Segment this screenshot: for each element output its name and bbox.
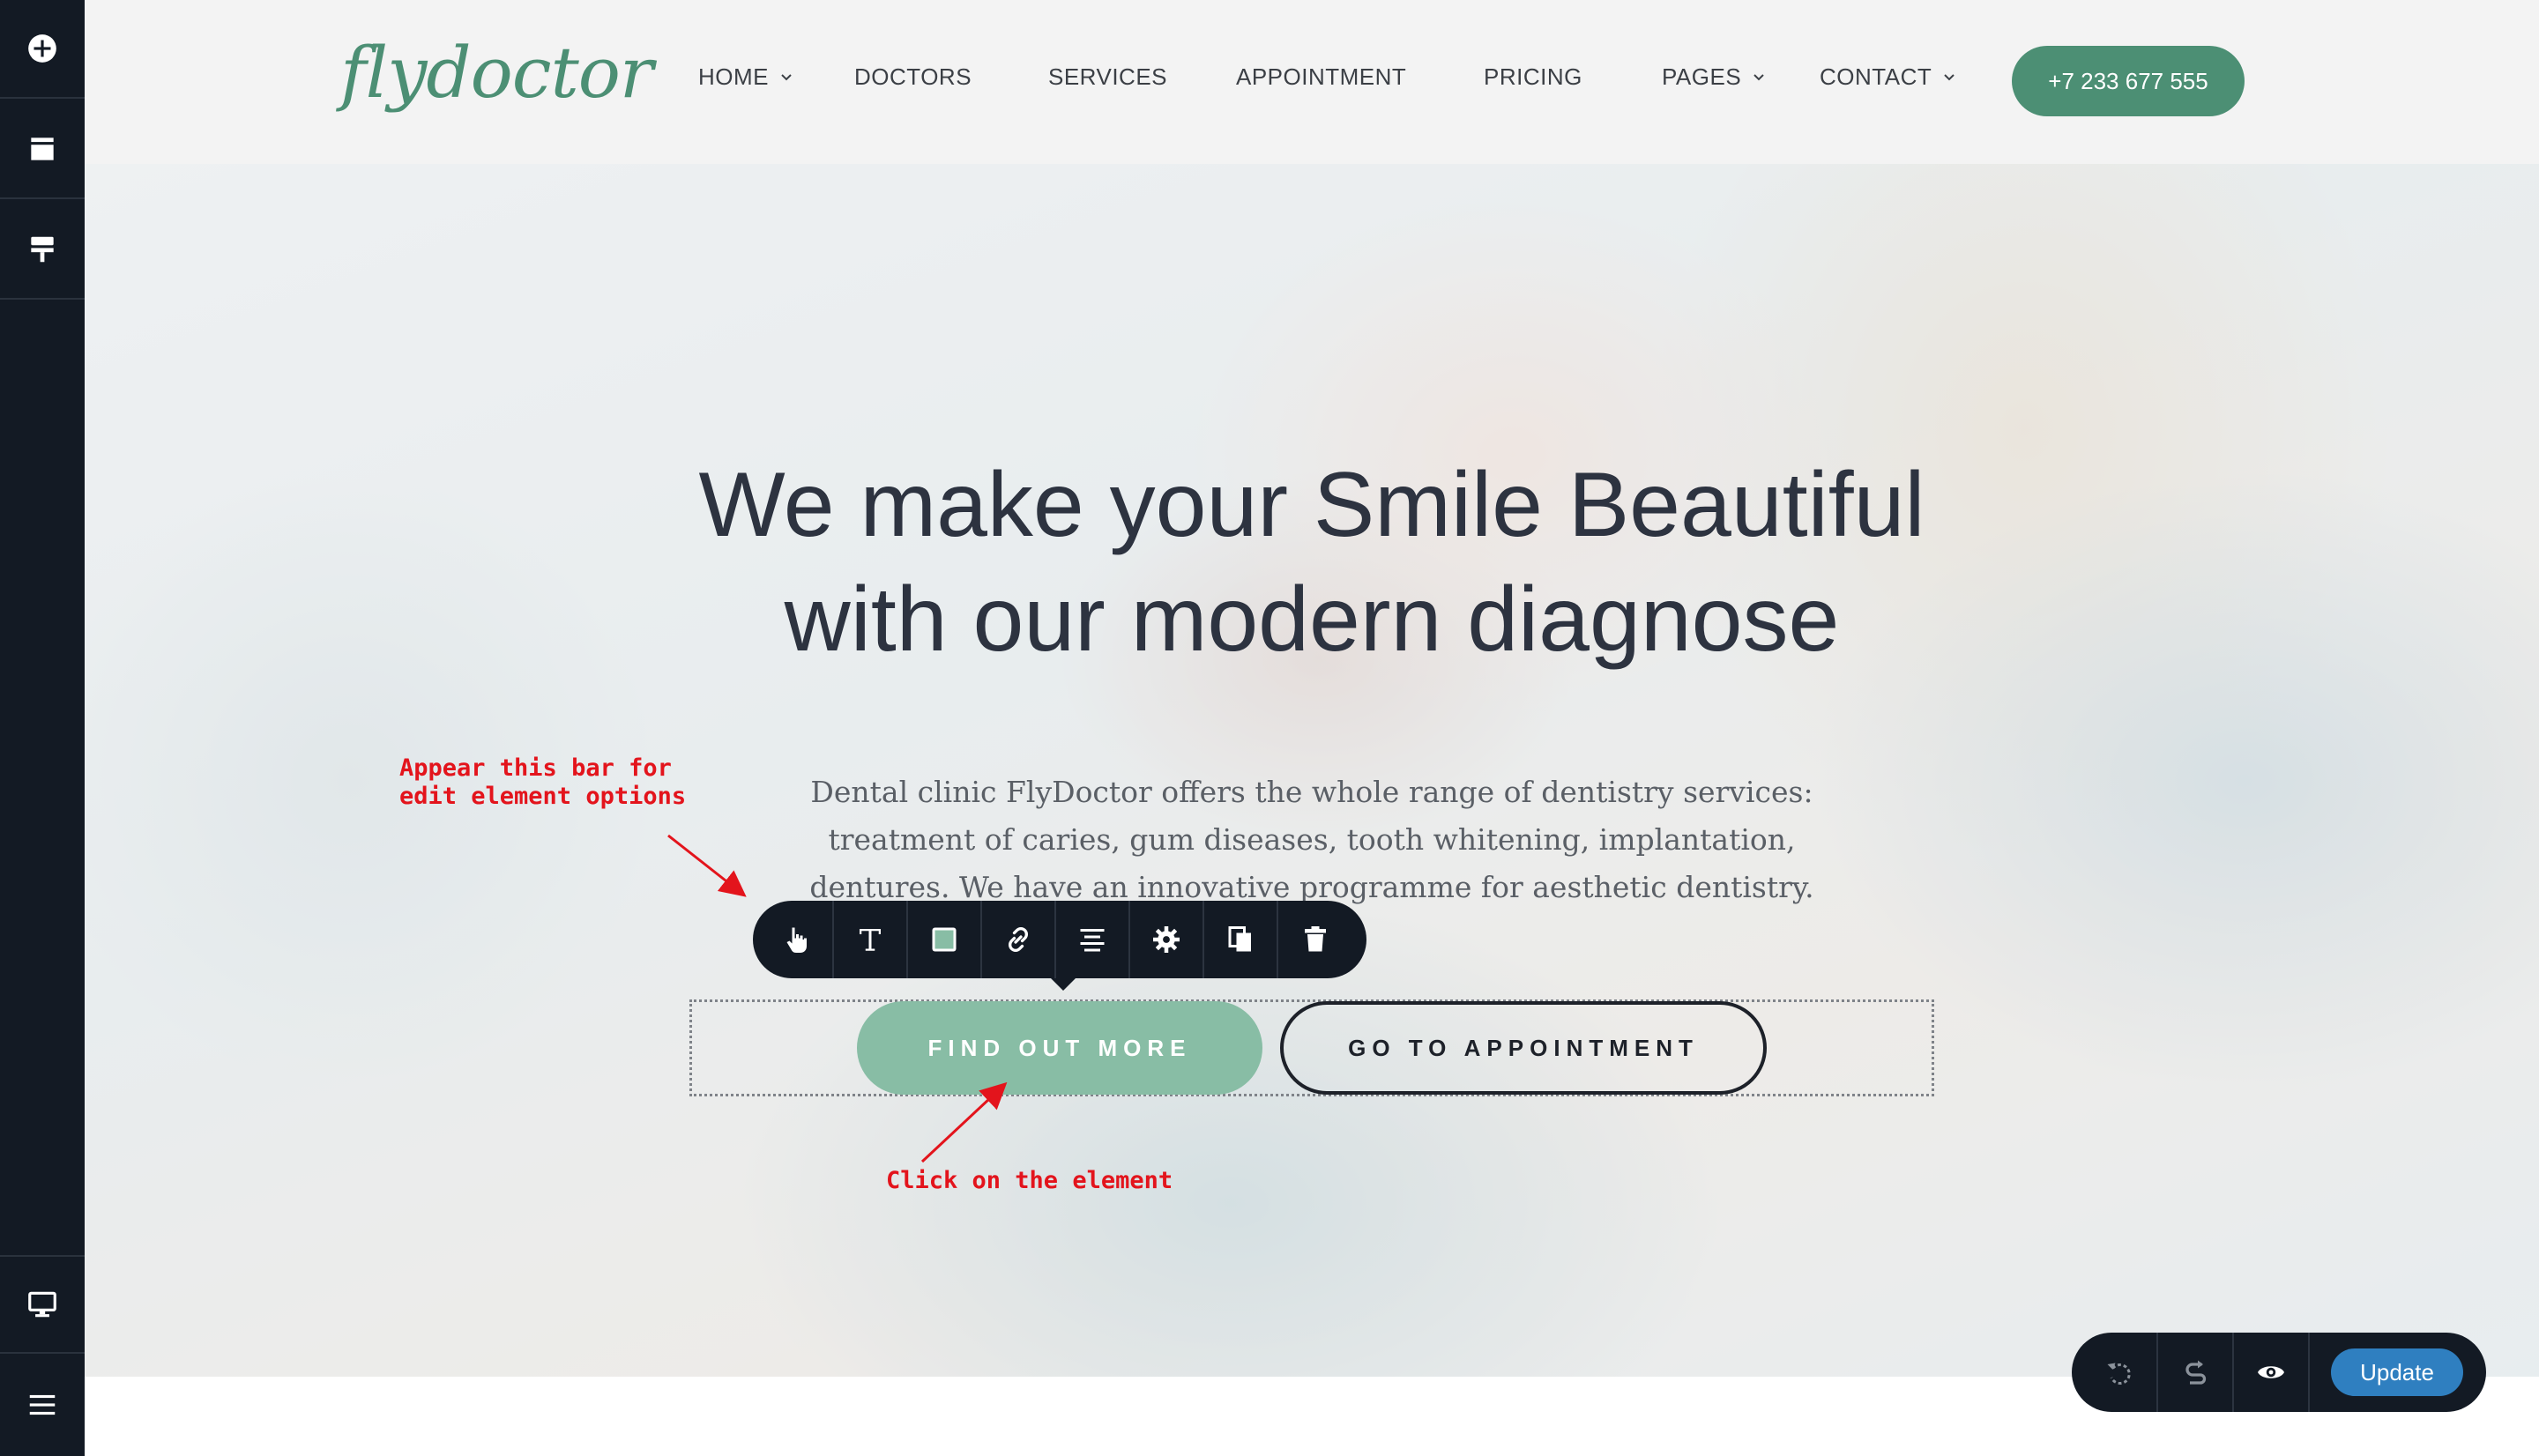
- fill-color-icon: [932, 927, 957, 952]
- desktop-monitor-icon: [28, 1291, 56, 1318]
- trash-icon: [1305, 926, 1326, 952]
- update-button[interactable]: Update: [2331, 1348, 2463, 1396]
- nav-item-doctors[interactable]: DOCTORS: [854, 63, 972, 91]
- editor-sidebar: [0, 0, 85, 1456]
- annotation-click-note: Click on the element: [886, 1167, 1173, 1194]
- redo-icon: [2185, 1360, 2207, 1385]
- layout-block-icon: [31, 137, 54, 160]
- nav-label: APPOINTMENT: [1236, 63, 1407, 90]
- undo-icon: [2107, 1363, 2131, 1385]
- annotation-toolbar-note: Appear this bar for edit element options: [399, 754, 687, 810]
- nav-label: DOCTORS: [854, 63, 972, 90]
- text-tool-button[interactable]: [834, 901, 908, 978]
- nav-item-pages[interactable]: PAGES: [1662, 63, 1766, 91]
- phone-button[interactable]: +7 233 677 555: [2012, 46, 2245, 116]
- find-out-more-button[interactable]: FIND OUT MORE: [857, 1001, 1262, 1095]
- hero-description-line: treatment of caries, gum diseases, tooth…: [828, 822, 1796, 857]
- editor-controls: Update: [2072, 1333, 2486, 1412]
- link-tool-button[interactable]: [982, 901, 1056, 978]
- paint-roller-icon: [31, 236, 54, 263]
- hamburger-menu-icon: [29, 1394, 56, 1415]
- nav-label: HOME: [698, 63, 769, 90]
- text-icon: [860, 929, 881, 951]
- nav-item-contact[interactable]: CONTACT: [1820, 63, 1956, 91]
- settings-tool-button[interactable]: [1130, 901, 1204, 978]
- preview-eye-icon: [2258, 1366, 2284, 1378]
- undo-button[interactable]: [2082, 1333, 2158, 1412]
- nav-item-appointment[interactable]: APPOINTMENT: [1236, 63, 1406, 91]
- align-center-icon: [1080, 929, 1105, 952]
- nav-item-pricing[interactable]: PRICING: [1484, 63, 1582, 91]
- site-header: flydoctor HOME DOCTORS SERVICES APPOINTM…: [85, 0, 2539, 164]
- menu-button[interactable]: [0, 1356, 85, 1454]
- hand-pointer-icon: [786, 927, 807, 953]
- select-tool-button[interactable]: [760, 901, 834, 978]
- site-logo[interactable]: flydoctor: [340, 32, 653, 114]
- duplicate-tool-button[interactable]: [1204, 901, 1278, 978]
- nav-label: PAGES: [1662, 63, 1742, 90]
- element-edit-toolbar: [753, 901, 1366, 991]
- nav-label: SERVICES: [1048, 63, 1168, 90]
- chevron-down-icon: [781, 73, 792, 80]
- design-button[interactable]: [0, 201, 85, 300]
- duplicate-icon: [1228, 926, 1251, 952]
- nav-label: CONTACT: [1820, 63, 1932, 90]
- preview-button[interactable]: [2234, 1333, 2310, 1412]
- device-view-button[interactable]: [0, 1255, 85, 1354]
- settings-gear-icon: [1153, 926, 1180, 953]
- add-block-button[interactable]: [0, 0, 85, 99]
- go-to-appointment-button[interactable]: GO TO APPOINTMENT: [1280, 1001, 1767, 1095]
- nav-item-services[interactable]: SERVICES: [1048, 63, 1167, 91]
- nav-label: PRICING: [1484, 63, 1582, 90]
- plus-circle-icon: [28, 34, 56, 63]
- redo-button[interactable]: [2158, 1333, 2234, 1412]
- hero-title-line: with our modern diagnose: [784, 568, 1840, 671]
- hero-title-line: We make your Smile Beautiful: [698, 454, 1925, 556]
- align-tool-button[interactable]: [1056, 901, 1130, 978]
- link-icon: [1009, 927, 1028, 952]
- color-tool-button[interactable]: [908, 901, 982, 978]
- chevron-down-icon: [1753, 73, 1764, 80]
- chevron-down-icon: [1944, 73, 1955, 80]
- delete-tool-button[interactable]: [1278, 901, 1352, 978]
- hero-title[interactable]: We make your Smile Beautiful with our mo…: [85, 448, 2539, 677]
- blocks-button[interactable]: [0, 100, 85, 199]
- nav-item-home[interactable]: HOME: [698, 63, 793, 91]
